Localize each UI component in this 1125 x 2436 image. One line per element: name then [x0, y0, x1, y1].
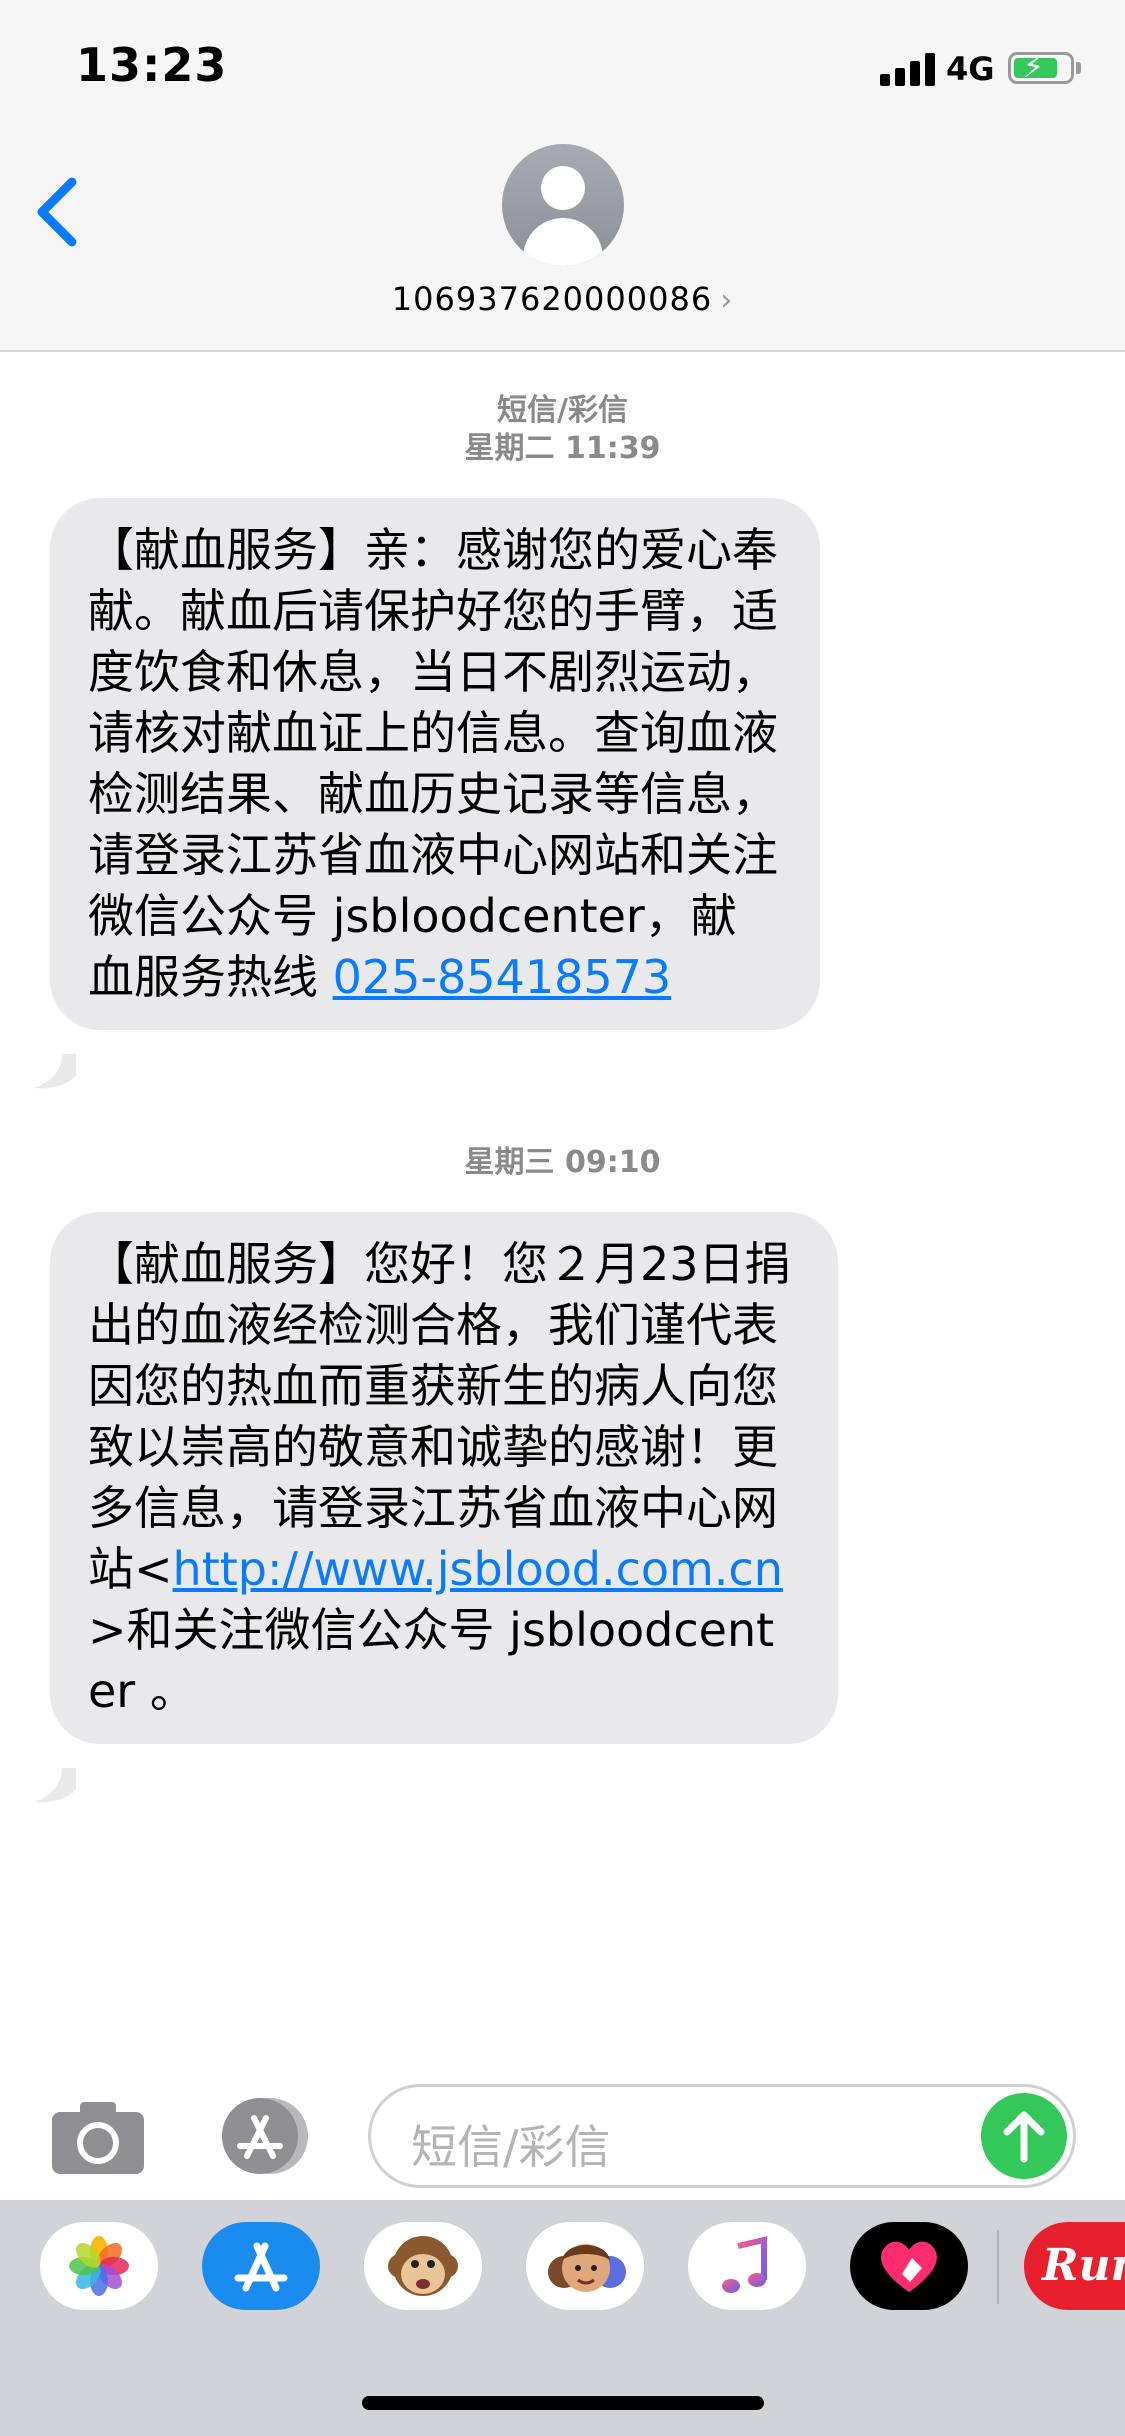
- arrow-up-icon: [1003, 2111, 1045, 2163]
- home-indicator[interactable]: [362, 2396, 764, 2410]
- bubble-tail: [34, 1054, 76, 1089]
- message-type-label: 短信/彩信: [497, 393, 628, 428]
- person-body-icon: [523, 218, 603, 266]
- send-button[interactable]: [981, 2093, 1067, 2179]
- camera-icon: [52, 2102, 144, 2174]
- partial-app-label: Run: [1042, 2240, 1125, 2291]
- animoji-app-button[interactable]: [364, 2222, 482, 2310]
- memoji-app-button[interactable]: [526, 2222, 644, 2310]
- status-time: 13:23: [76, 38, 228, 92]
- contact-name-button[interactable]: 106937620000086 ›: [0, 280, 1125, 318]
- phone-link[interactable]: 025-85418573: [333, 950, 672, 1004]
- message-timestamp: 星期三 09:10: [464, 1145, 661, 1180]
- drawer-divider: [997, 2230, 999, 2304]
- chevron-right-icon: ›: [720, 283, 734, 318]
- partial-app-button[interactable]: Run: [1024, 2222, 1125, 2310]
- photos-app-button[interactable]: [40, 2222, 158, 2310]
- animoji-icon: [388, 2236, 458, 2296]
- digital-touch-icon: [881, 2241, 937, 2292]
- back-button[interactable]: [28, 160, 108, 260]
- network-type: 4G: [946, 50, 995, 88]
- app-store-button[interactable]: [210, 2096, 314, 2176]
- charging-bolt-icon: ⚡: [1023, 50, 1045, 85]
- music-icon: [722, 2236, 767, 2293]
- app-store-icon: [222, 2098, 308, 2174]
- contact-avatar[interactable]: [502, 144, 624, 266]
- message-text: 【献血服务】亲：感谢您的爱心奉献。献血后请保护好您的手臂，适度饮食和休息，当日不…: [88, 523, 778, 1004]
- conversation-header: 106937620000086 ›: [0, 140, 1125, 352]
- camera-button[interactable]: [50, 2098, 146, 2178]
- photos-icon: [69, 2236, 129, 2296]
- message-text-tail: >和关注微信公众号 jsbloodcenter 。: [88, 1603, 775, 1718]
- chevron-left-icon: [37, 177, 77, 247]
- cellular-signal-icon: [880, 52, 936, 86]
- message-input-placeholder: 短信/彩信: [411, 2120, 611, 2174]
- message-bubble[interactable]: 【献血服务】亲：感谢您的爱心奉献。献血后请保护好您的手臂，适度饮食和休息，当日不…: [50, 498, 820, 1030]
- message-input[interactable]: 短信/彩信: [368, 2084, 1076, 2188]
- message-bubble[interactable]: 【献血服务】您好！您２月23日捐出的血液经检测合格，我们谨代表因您的热血而重获新…: [50, 1212, 838, 1744]
- digital-touch-app-button[interactable]: [850, 2222, 968, 2310]
- url-link[interactable]: http://www.jsblood.com.cn: [173, 1542, 783, 1596]
- message-timestamp: 星期二 11:39: [464, 431, 661, 466]
- memoji-icon: [548, 2244, 626, 2292]
- music-app-button[interactable]: [688, 2222, 806, 2310]
- battery-cap: [1076, 62, 1081, 74]
- status-bar: 13:23 4G ⚡: [0, 0, 1125, 140]
- contact-number: 106937620000086: [391, 280, 713, 318]
- person-head-icon: [541, 166, 585, 210]
- bubble-tail: [34, 1768, 76, 1803]
- app-store-icon: [234, 2242, 288, 2292]
- app-store-app-button[interactable]: [202, 2222, 320, 2310]
